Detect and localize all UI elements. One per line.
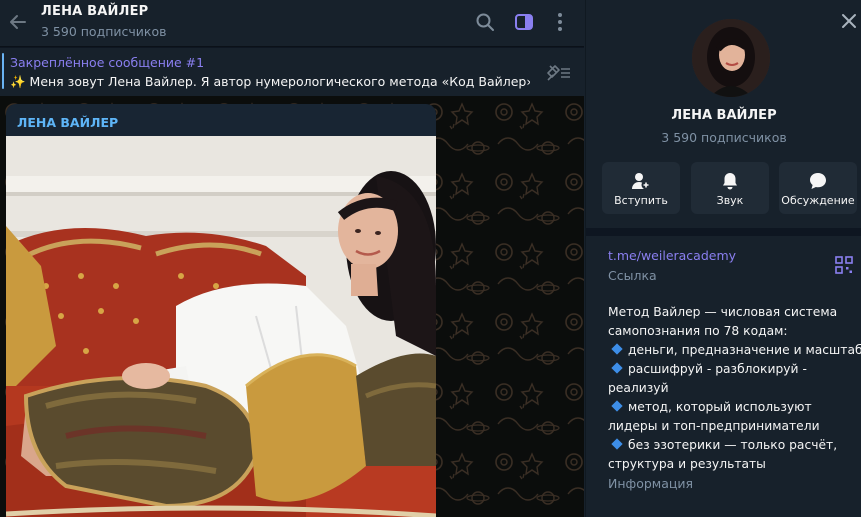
pinned-message-bar[interactable]: Закреплённое сообщение #1 ✨ Меня зовут Л… [0,48,584,96]
channel-title[interactable]: ЛЕНА ВАЙЛЕР [41,4,148,19]
channel-name: ЛЕНА ВАЙЛЕР [671,108,777,123]
description-line: самопознания по 78 кодам: [608,324,788,338]
description-line: реализуй [608,381,669,395]
description-bullet: без эзотерики — только расчёт, [608,436,860,455]
more-options-icon[interactable] [548,10,572,34]
channel-link[interactable]: t.me/weileracademy [608,248,736,263]
search-icon[interactable] [473,10,497,34]
info-label: Информация [608,476,694,491]
description-line: структура и результаты [608,457,766,471]
channel-avatar[interactable] [692,19,770,97]
chat-header[interactable]: ЛЕНА ВАЙЛЕР 3 590 подписчиков [0,0,584,47]
discussion-button[interactable]: Обсуждение [779,162,857,214]
description-bullet: расшифруй - разблокируй - [608,360,860,379]
message-bubble[interactable]: ЛЕНА ВАЙЛЕР [6,104,436,517]
channel-info-panel: ЛЕНА ВАЙЛЕР 3 590 подписчиков Вступить З… [585,0,861,517]
chat-area: ЛЕНА ВАЙЛЕР 3 590 подписчиков Закреплённ… [0,0,584,517]
add-user-icon [632,173,651,190]
pinned-text: ✨ Меня зовут Лена Вайлер. Я автор нумеро… [10,74,530,89]
link-label: Ссылка [608,268,657,283]
section-divider [586,228,861,236]
description-bullet: деньги, предназначение и масштаб [608,341,861,360]
pin-list-icon[interactable] [544,62,572,82]
discussion-label: Обсуждение [781,194,855,207]
channel-description: Метод Вайлер — числовая система самопозн… [608,303,861,474]
sidebar-toggle-icon[interactable] [512,10,536,34]
close-icon[interactable] [838,10,860,32]
join-button[interactable]: Вступить [602,162,680,214]
qr-code-icon[interactable] [835,256,853,274]
pinned-title: Закреплённое сообщение #1 [10,55,205,70]
diamond-icon [611,362,623,374]
back-arrow-icon[interactable] [5,9,31,35]
channel-subscribers: 3 590 подписчиков [661,130,787,145]
sound-label: Звук [716,194,744,207]
sound-button[interactable]: Звук [691,162,769,214]
diamond-icon [611,438,623,450]
description-bullet: метод, который используют [608,398,860,417]
chat-bubble-icon [810,173,826,189]
message-author[interactable]: ЛЕНА ВАЙЛЕР [17,115,118,130]
description-line: лидеры и топ-предприниматели [608,419,820,433]
subscriber-count: 3 590 подписчиков [41,24,167,39]
join-label: Вступить [614,194,668,207]
message-photo[interactable] [6,136,436,517]
diamond-icon [611,400,623,412]
diamond-icon [611,343,623,355]
bell-icon [723,173,737,190]
description-line: Метод Вайлер — числовая система [608,305,838,319]
pinned-indicator [2,53,4,89]
